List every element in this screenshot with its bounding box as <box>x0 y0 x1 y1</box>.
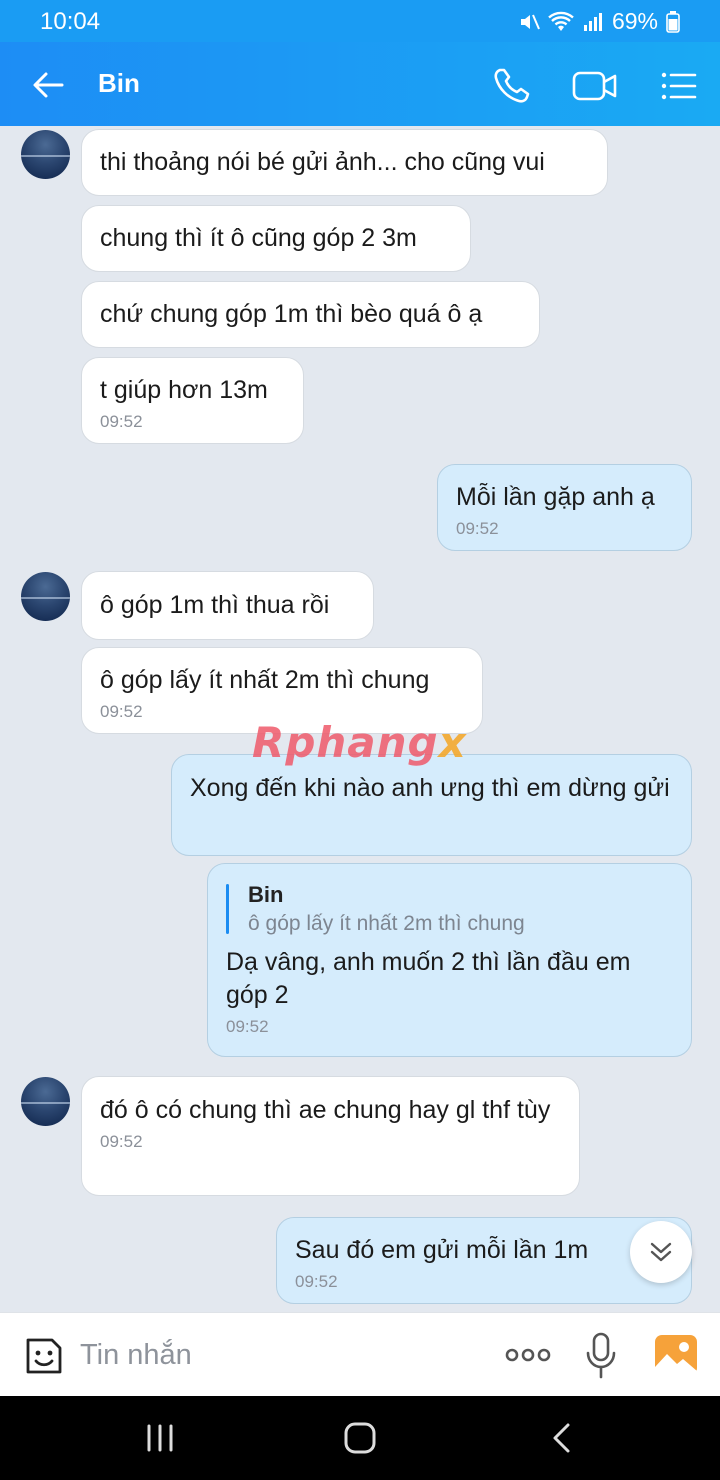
battery-percent: 69% <box>611 8 658 34</box>
message-text: chung thì ít ô cũng góp 2 3m <box>100 224 417 252</box>
scroll-to-bottom-button[interactable] <box>630 1221 692 1283</box>
message-bubble[interactable]: đó ô có chung thì ae chung hay gl thf tù… <box>81 1076 580 1196</box>
reply-message-bubble[interactable]: Bin ô góp lấy ít nhất 2m thì chung Dạ vâ… <box>207 863 692 1057</box>
contact-name[interactable]: Bin <box>98 68 140 99</box>
video-camera-icon <box>572 71 617 101</box>
avatar[interactable] <box>21 1077 70 1126</box>
sticker-button[interactable] <box>22 1334 66 1378</box>
chat-menu-button[interactable] <box>656 64 700 108</box>
quoted-text: ô góp lấy ít nhất 2m thì chung <box>248 912 525 935</box>
message-bubble[interactable]: ô góp 1m thì thua rồi <box>81 571 374 640</box>
sticker-face-icon <box>26 1338 62 1374</box>
message-text: ô góp 1m thì thua rồi <box>100 591 330 619</box>
send-image-button[interactable] <box>653 1333 699 1379</box>
home-icon <box>344 1422 376 1454</box>
message-time: 09:52 <box>226 1017 269 1036</box>
nav-back-button[interactable] <box>542 1418 582 1458</box>
message-bubble[interactable]: t giúp hơn 13m 09:52 <box>81 357 304 444</box>
voice-message-button[interactable] <box>584 1331 618 1381</box>
message-bubble[interactable]: thi thoảng nói bé gửi ảnh... cho cũng vu… <box>81 129 608 196</box>
message-bubble[interactable]: Mỗi lần gặp anh ạ 09:52 <box>437 464 692 551</box>
quoted-sender: Bin <box>248 882 284 907</box>
message-text: Mỗi lần gặp anh ạ <box>456 483 655 511</box>
message-text: đó ô có chung thì ae chung hay gl thf tù… <box>100 1096 551 1124</box>
signal-icon <box>582 11 604 33</box>
voice-call-button[interactable] <box>490 64 534 108</box>
status-bar: 10:04 69% <box>0 0 720 42</box>
message-text: Dạ vâng, anh muốn 2 thì lần đầu em góp 2 <box>226 948 631 1009</box>
message-text: t giúp hơn 13m <box>100 376 268 404</box>
recents-button[interactable] <box>140 1418 180 1458</box>
message-text: ô góp lấy ít nhất 2m thì chung <box>100 666 430 694</box>
watermark: Rphangx <box>252 718 467 767</box>
image-gallery-icon <box>655 1335 697 1379</box>
message-list[interactable]: thi thoảng nói bé gửi ảnh... cho cũng vu… <box>0 126 720 1312</box>
message-time: 09:52 <box>295 1272 338 1291</box>
message-bubble[interactable]: chứ chung góp 1m thì bèo quá ô ạ <box>81 281 540 348</box>
message-text: Xong đến khi nào anh ưng thì em dừng gửi <box>190 774 670 802</box>
recents-icon <box>147 1424 173 1452</box>
double-chevron-down-icon <box>650 1242 672 1262</box>
video-call-button[interactable] <box>572 64 617 108</box>
avatar[interactable] <box>21 572 70 621</box>
quoted-message[interactable]: Bin ô góp lấy ít nhất 2m thì chung <box>226 880 673 938</box>
system-navigation-bar <box>0 1396 720 1480</box>
message-bubble[interactable]: Sau đó em gửi mỗi lần 1m 09:52 <box>276 1217 692 1304</box>
status-icons: 69% <box>518 8 680 35</box>
message-input[interactable] <box>80 1333 460 1377</box>
message-bubble[interactable]: Xong đến khi nào anh ưng thì em dừng gửi <box>171 754 692 856</box>
message-bubble[interactable]: chung thì ít ô cũng góp 2 3m <box>81 205 471 272</box>
message-text: thi thoảng nói bé gửi ảnh... cho cũng vu… <box>100 148 545 176</box>
battery-icon <box>666 10 680 33</box>
message-time: 09:52 <box>100 412 143 431</box>
message-text: chứ chung góp 1m thì bèo quá ô ạ <box>100 300 483 328</box>
more-options-button[interactable] <box>504 1341 552 1369</box>
message-text: Sau đó em gửi mỗi lần 1m <box>295 1236 589 1264</box>
chat-header: Bin <box>0 42 720 126</box>
home-button[interactable] <box>340 1418 380 1458</box>
avatar[interactable] <box>21 130 70 179</box>
microphone-icon <box>586 1332 616 1379</box>
message-composer <box>0 1312 720 1396</box>
nav-back-icon <box>553 1423 570 1453</box>
status-time: 10:04 <box>40 8 101 35</box>
back-button[interactable] <box>28 64 70 106</box>
wifi-icon <box>548 11 574 33</box>
phone-icon <box>494 68 530 103</box>
list-menu-icon <box>661 72 697 100</box>
message-time: 09:52 <box>100 1132 143 1151</box>
arrow-left-icon <box>33 72 64 98</box>
message-time: 09:52 <box>456 519 499 538</box>
more-dots-icon <box>505 1348 551 1362</box>
mute-icon <box>518 11 540 33</box>
